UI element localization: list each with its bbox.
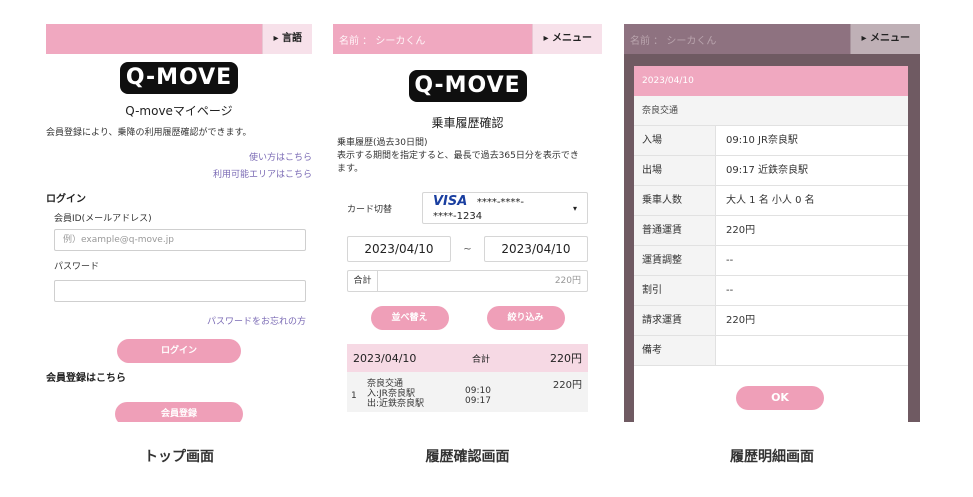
description-line-3: ます。 bbox=[337, 164, 364, 174]
page-description: 乗車履歴(過去30日間) 表示する期間を指定すると、最長で過去365日分を表示で… bbox=[333, 137, 602, 176]
top-screen: ▸ 言語 Q-MOVE Q-moveマイページ 会員登録により、乗降の利用履歴確… bbox=[46, 24, 312, 422]
top-header-bar: ▸ 言語 bbox=[46, 24, 312, 54]
row-key: 運賃調整 bbox=[634, 246, 716, 275]
detail-screen: 名前 ： シーカくん ▸ メニュー 2023/04/10 奈良交通 入場 09:… bbox=[624, 24, 920, 422]
history-total: 220円 bbox=[550, 352, 582, 365]
user-name: 名前 ： シーカくん bbox=[339, 36, 426, 47]
history-date: 2023/04/10 bbox=[353, 351, 417, 365]
total-value: 220円 bbox=[554, 276, 581, 286]
password-label: パスワード bbox=[54, 262, 100, 272]
item-amount: 220円 bbox=[552, 380, 582, 391]
card-select[interactable]: VISA ****-****-****-1234 ▾ bbox=[422, 192, 588, 224]
language-menu-button[interactable]: ▸ 言語 bbox=[262, 24, 312, 54]
page-title: Q-moveマイページ bbox=[125, 104, 233, 118]
menu-button[interactable]: ▸ メニュー bbox=[850, 24, 920, 54]
sort-button[interactable]: 並べ替え bbox=[370, 306, 449, 330]
detail-row-fare: 普通運賃 220円 bbox=[634, 216, 908, 246]
row-value bbox=[716, 336, 908, 365]
total-label: 合計 bbox=[348, 271, 378, 291]
card-display: VISA ****-****-****-1234 bbox=[433, 194, 573, 222]
caption-top: トップ画面 bbox=[144, 449, 214, 465]
row-value: 09:10 JR奈良駅 bbox=[726, 135, 798, 146]
item-exit-time: 09:17 bbox=[465, 396, 491, 406]
row-value: -- bbox=[726, 255, 734, 266]
detail-row-adjust: 運賃調整 -- bbox=[634, 246, 908, 276]
member-id-input[interactable]: 例）example@q-move.jp bbox=[54, 229, 306, 251]
detail-row-discount: 割引 -- bbox=[634, 276, 908, 306]
history-total-label: 合計 bbox=[472, 354, 491, 365]
row-value: 220円 bbox=[726, 315, 756, 326]
ok-button[interactable]: OK bbox=[736, 386, 824, 410]
item-exit: 出:近鉄奈良駅 bbox=[367, 399, 425, 409]
caption-detail: 履歴明細画面 bbox=[730, 449, 814, 465]
caption-history: 履歴確認画面 bbox=[425, 449, 510, 465]
register-heading: 会員登録はこちら bbox=[46, 373, 126, 384]
filter-button[interactable]: 絞り込み bbox=[486, 306, 565, 330]
history-screen: 名前 ： シーカくん ▸ メニュー Q-MOVE 乗車履歴確認 乗車履歴(過去3… bbox=[333, 24, 602, 422]
date-range-row: 2023/04/10 ~ 2023/04/10 bbox=[333, 236, 602, 262]
action-buttons: 並べ替え 絞り込み bbox=[333, 306, 602, 330]
howto-link[interactable]: 使い方はこちら bbox=[46, 150, 312, 163]
login-button[interactable]: ログイン bbox=[117, 339, 241, 363]
q-move-logo: Q-MOVE bbox=[408, 70, 527, 102]
register-button[interactable]: 会員登録 bbox=[115, 402, 243, 422]
row-key: 入場 bbox=[634, 126, 716, 155]
item-number: 1 bbox=[351, 391, 357, 401]
total-row: 合計 220円 bbox=[347, 270, 588, 292]
date-from-input[interactable]: 2023/04/10 bbox=[347, 236, 451, 262]
user-name: 名前 ： シーカくん bbox=[630, 36, 717, 47]
row-value: -- bbox=[726, 285, 734, 296]
visa-icon: VISA bbox=[433, 194, 468, 209]
row-key: 備考 bbox=[634, 336, 716, 365]
page-title: 乗車履歴確認 bbox=[431, 116, 504, 130]
row-key: 乗車人数 bbox=[634, 186, 716, 215]
login-heading: ログイン bbox=[46, 194, 86, 205]
detail-row-passengers: 乗車人数 大人 1 名 小人 0 名 bbox=[634, 186, 908, 216]
detail-modal: 2023/04/10 奈良交通 入場 09:10 JR奈良駅 出場 09:17 … bbox=[634, 66, 908, 422]
row-value: 09:17 近鉄奈良駅 bbox=[726, 165, 808, 176]
area-link[interactable]: 利用可能エリアはこちら bbox=[46, 167, 312, 180]
card-switch-row: カード切替 VISA ****-****-****-1234 ▾ bbox=[333, 192, 602, 224]
history-list-header: 2023/04/10 合計 220円 bbox=[347, 344, 588, 372]
detail-company: 奈良交通 bbox=[634, 96, 908, 126]
date-separator: ~ bbox=[463, 243, 472, 255]
detail-date: 2023/04/10 bbox=[634, 66, 908, 96]
detail-row-entry: 入場 09:10 JR奈良駅 bbox=[634, 126, 908, 156]
row-value: 大人 1 名 小人 0 名 bbox=[726, 195, 815, 206]
member-id-label: 会員ID(メールアドレス) bbox=[54, 214, 152, 224]
list-item[interactable]: 1 奈良交通 入:JR奈良駅 出:近鉄奈良駅 09:10 09:17 220円 bbox=[347, 372, 588, 412]
detail-row-notes: 備考 bbox=[634, 336, 908, 366]
q-move-logo: Q-MOVE bbox=[120, 62, 238, 94]
detail-header-bar: 名前 ： シーカくん ▸ メニュー bbox=[624, 24, 920, 54]
row-value: 220円 bbox=[726, 225, 756, 236]
card-switch-label: カード切替 bbox=[347, 204, 393, 215]
row-key: 割引 bbox=[634, 276, 716, 305]
row-key: 普通運賃 bbox=[634, 216, 716, 245]
description-line-1: 乗車履歴(過去30日間) bbox=[337, 138, 428, 148]
item-entry-time: 09:10 bbox=[465, 386, 491, 396]
chevron-down-icon: ▾ bbox=[572, 203, 577, 213]
detail-row-exit: 出場 09:17 近鉄奈良駅 bbox=[634, 156, 908, 186]
menu-button[interactable]: ▸ メニュー bbox=[532, 24, 602, 54]
description-line-2: 表示する期間を指定すると、最長で過去365日分を表示でき bbox=[337, 151, 579, 161]
row-key: 出場 bbox=[634, 156, 716, 185]
date-to-input[interactable]: 2023/04/10 bbox=[484, 236, 588, 262]
password-input[interactable] bbox=[54, 280, 306, 302]
history-header-bar: 名前 ： シーカくん ▸ メニュー bbox=[333, 24, 602, 54]
page-description: 会員登録により、乗降の利用履歴確認ができます。 bbox=[46, 128, 252, 138]
row-key: 請求運賃 bbox=[634, 306, 716, 335]
detail-row-billed: 請求運賃 220円 bbox=[634, 306, 908, 336]
forgot-password-link[interactable]: パスワードをお忘れの方 bbox=[46, 314, 312, 327]
